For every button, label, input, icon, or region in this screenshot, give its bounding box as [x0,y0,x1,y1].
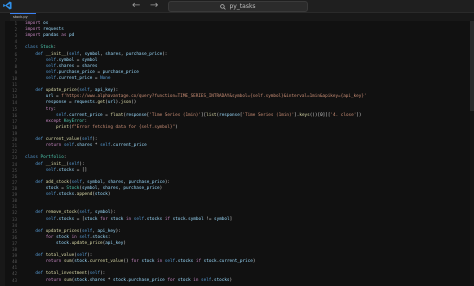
line-number: 43 [12,277,17,283]
code-area[interactable]: import os import requests import pandas as… [25,21,470,286]
back-arrow-icon[interactable]: ← [132,0,140,12]
vscode-logo-icon [3,1,12,10]
tab-label: stock.py [13,15,28,19]
search-text: py_tasks [229,3,256,10]
line-number-gutter: 1 2 3 4 5 6 7 8 9 10 11 12 13 14 15 16 17 18 19 20 21 22 23 24 2… [5,21,19,286]
code-line: return sum(stock.shares * stock.purchase… [45,277,233,283]
vertical-scrollbar[interactable] [470,21,474,286]
editor-tab-bar: stock.py [0,13,474,21]
scrollbar-thumb[interactable] [470,21,474,111]
code-editor[interactable]: 1 2 3 4 5 6 7 8 9 10 11 12 13 14 15 16 17 18 19 20 21 22 23 24 2… [5,21,474,286]
title-bar: ← → py_tasks [0,0,474,13]
command-center-search[interactable]: py_tasks [168,1,308,12]
forward-arrow-icon[interactable]: → [150,0,158,12]
tab-stock-py[interactable]: stock.py [10,13,36,21]
search-icon [220,3,227,10]
